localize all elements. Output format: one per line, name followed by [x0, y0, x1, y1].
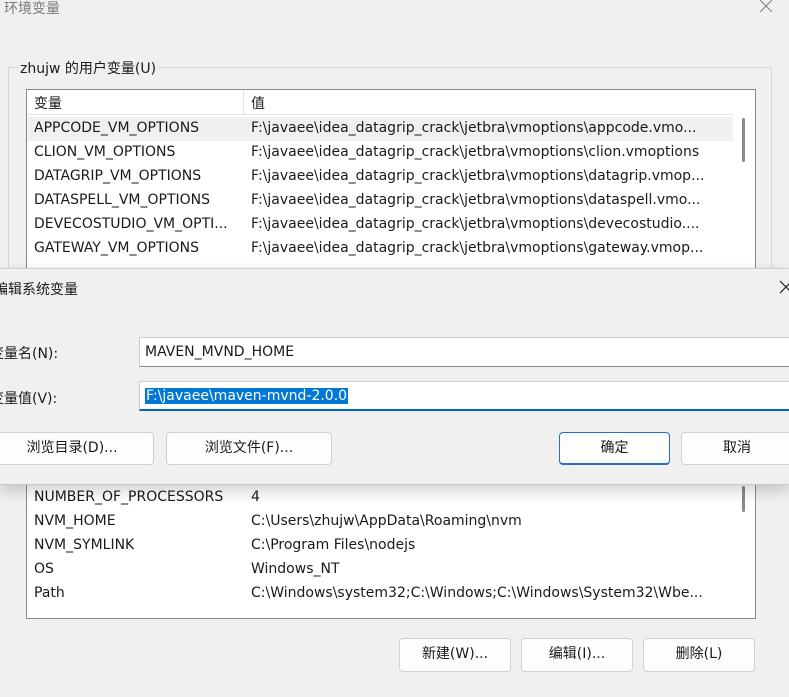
table-row[interactable]: NVM_HOME C:\Users\zhujw\AppData\Roaming\…: [27, 510, 733, 534]
var-value: Windows_NT: [251, 561, 340, 577]
selected-text: F:\javaee\maven-mvnd-2.0.0: [145, 388, 349, 404]
system-vars-list[interactable]: NUMBER_OF_PROCESSORS 4 NVM_HOME C:\Users…: [26, 484, 756, 619]
close-icon[interactable]: [777, 278, 789, 296]
variable-name-input[interactable]: MAVEN_MVND_HOME: [139, 337, 789, 367]
table-row[interactable]: DEVECOSTUDIO_VM_OPTI... F:\javaee\idea_d…: [27, 213, 733, 237]
var-value: F:\javaee\idea_datagrip_crack\jetbra\vmo…: [251, 168, 705, 184]
user-vars-list[interactable]: 变量 值 APPCODE_VM_OPTIONS F:\javaee\idea_d…: [26, 89, 756, 281]
var-name: NVM_HOME: [34, 513, 116, 529]
new-button[interactable]: 新建(W)...: [399, 638, 511, 672]
browse-file-button[interactable]: 浏览文件(F)...: [166, 432, 332, 465]
ok-button[interactable]: 确定: [559, 432, 670, 465]
window-title: 环境变量: [4, 1, 60, 17]
var-value: F:\javaee\idea_datagrip_crack\jetbra\vmo…: [251, 240, 704, 256]
var-value: C:\Program Files\nodejs: [251, 537, 416, 553]
column-divider[interactable]: [243, 90, 244, 114]
table-row[interactable]: APPCODE_VM_OPTIONS F:\javaee\idea_datagr…: [27, 117, 733, 141]
list-header: 变量 值: [27, 90, 733, 115]
var-value: F:\javaee\idea_datagrip_crack\jetbra\vmo…: [251, 144, 700, 160]
variable-value-label: 变量值(V):: [0, 391, 58, 407]
var-value: F:\javaee\idea_datagrip_crack\jetbra\vmo…: [251, 192, 701, 208]
scrollbar-thumb[interactable]: [742, 118, 745, 162]
var-name: NUMBER_OF_PROCESSORS: [34, 489, 224, 505]
var-name: DATAGRIP_VM_OPTIONS: [34, 168, 202, 184]
var-name: APPCODE_VM_OPTIONS: [34, 120, 200, 136]
user-vars-group-label: zhujw 的用户变量(U): [18, 58, 159, 78]
scrollbar-thumb[interactable]: [742, 486, 745, 512]
table-row[interactable]: NUMBER_OF_PROCESSORS 4: [27, 486, 733, 510]
var-name: CLION_VM_OPTIONS: [34, 144, 176, 160]
var-value: F:\javaee\idea_datagrip_crack\jetbra\vmo…: [251, 120, 697, 136]
var-value: C:\Windows\system32;C:\Windows;C:\Window…: [251, 585, 703, 601]
var-name: DATASPELL_VM_OPTIONS: [34, 192, 211, 208]
var-name: OS: [34, 561, 54, 577]
column-header-value[interactable]: 值: [251, 93, 265, 113]
var-value: C:\Users\zhujw\AppData\Roaming\nvm: [251, 513, 522, 529]
var-value: 4: [251, 489, 260, 505]
dialog-title: 编辑系统变量: [0, 282, 78, 298]
table-row[interactable]: DATASPELL_VM_OPTIONS F:\javaee\idea_data…: [27, 189, 733, 213]
table-row[interactable]: Path C:\Windows\system32;C:\Windows;C:\W…: [27, 582, 733, 606]
table-row[interactable]: OS Windows_NT: [27, 558, 733, 582]
var-value: F:\javaee\idea_datagrip_crack\jetbra\vmo…: [251, 216, 700, 232]
var-name: NVM_SYMLINK: [34, 537, 135, 553]
table-row[interactable]: NVM_SYMLINK C:\Program Files\nodejs: [27, 534, 733, 558]
variable-name-label: 变量名(N):: [0, 346, 59, 362]
table-row[interactable]: CLION_VM_OPTIONS F:\javaee\idea_datagrip…: [27, 141, 733, 165]
column-header-name[interactable]: 变量: [34, 93, 62, 113]
var-name: DEVECOSTUDIO_VM_OPTI...: [34, 216, 228, 232]
edit-button[interactable]: 编辑(I)...: [521, 638, 633, 672]
cancel-button[interactable]: 取消: [681, 432, 789, 465]
edit-system-variable-dialog: 编辑系统变量 变量名(N): MAVEN_MVND_HOME 变量值(V): F…: [0, 268, 789, 485]
delete-button[interactable]: 删除(L): [643, 638, 755, 672]
table-row[interactable]: GATEWAY_VM_OPTIONS F:\javaee\idea_datagr…: [27, 237, 733, 261]
variable-value-input[interactable]: F:\javaee\maven-mvnd-2.0.0: [139, 381, 789, 411]
var-name: Path: [34, 585, 65, 601]
table-row[interactable]: DATAGRIP_VM_OPTIONS F:\javaee\idea_datag…: [27, 165, 733, 189]
browse-directory-button[interactable]: 浏览目录(D)...: [0, 432, 154, 465]
close-icon[interactable]: [756, 0, 776, 16]
var-name: GATEWAY_VM_OPTIONS: [34, 240, 200, 256]
